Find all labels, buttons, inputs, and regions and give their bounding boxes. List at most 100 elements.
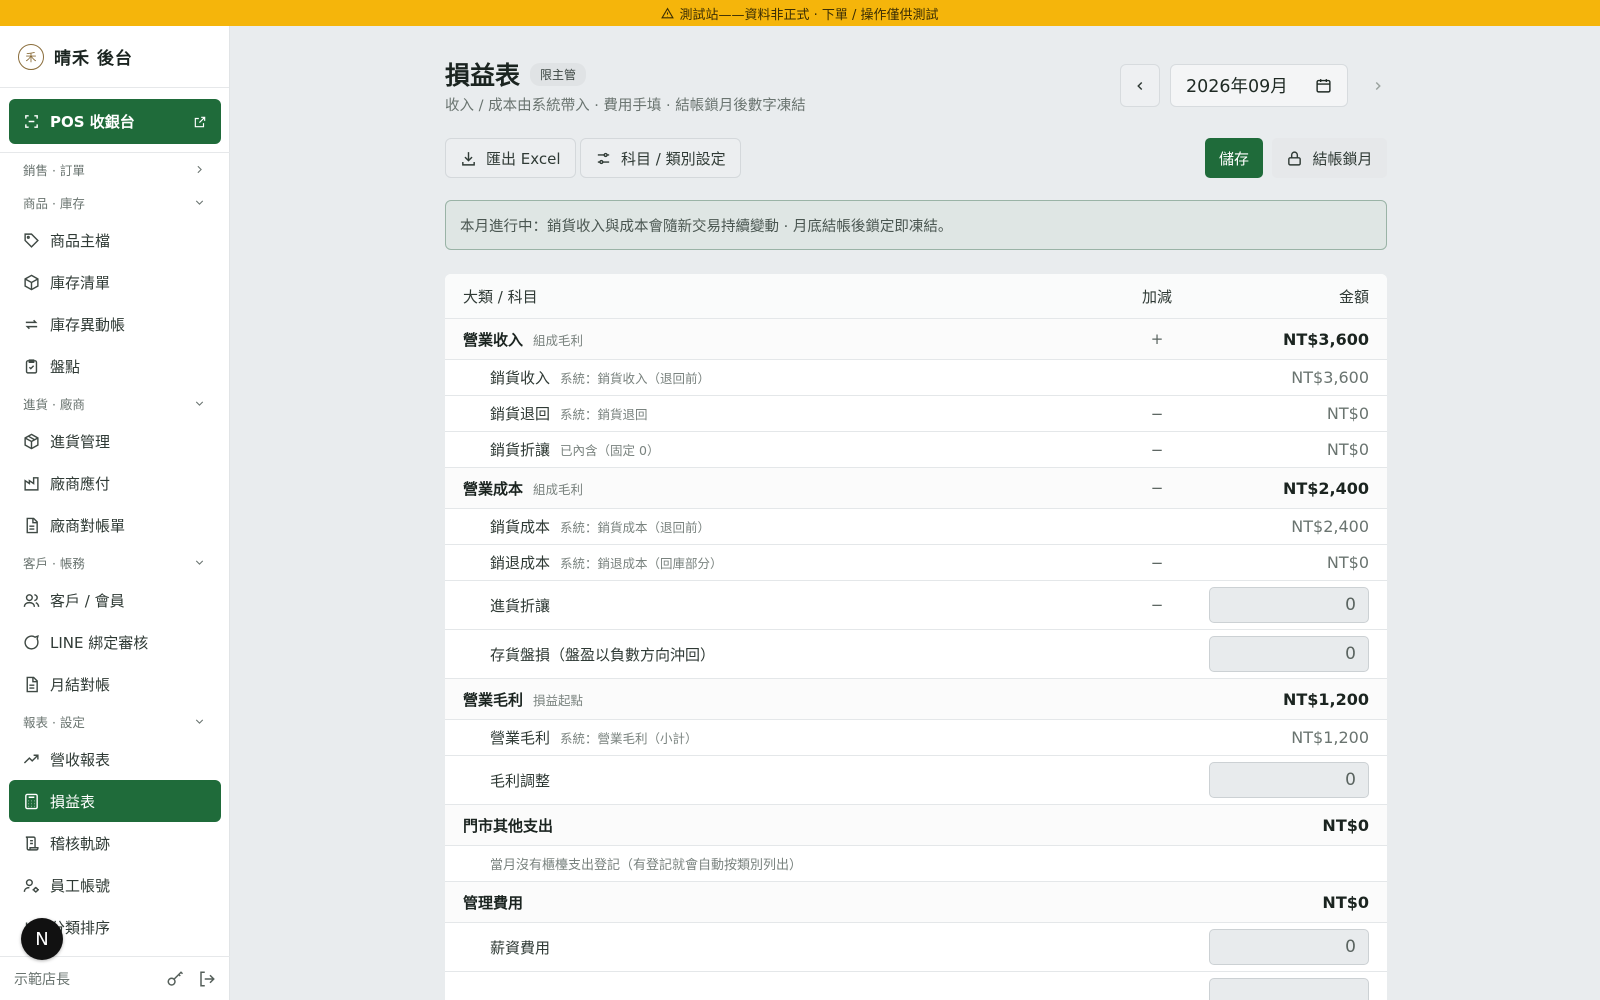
income-statement-table: 大類 / 科目 加減 金額 營業收入 組成毛利 + NT$3,600 銷貨收入 系統：銷貨… [445, 274, 1387, 1000]
chevron-down-icon [195, 200, 204, 205]
export-excel-button[interactable]: 匯出 Excel [445, 138, 576, 178]
chevron-right-icon [197, 165, 202, 174]
table-header: 大類 / 科目 加減 金額 [445, 274, 1387, 319]
category-row: 營業毛利 損益起點 NT$1,200 [445, 679, 1387, 720]
user-name: 示範店長 [14, 971, 70, 988]
account-row: 存貨盤損（盤盈以負數方向沖回） 0 [445, 630, 1387, 679]
logout-icon[interactable] [198, 970, 216, 988]
month-navigator: 2026年09月 [1120, 64, 1398, 107]
row-label: 銷貨折讓 [490, 441, 551, 459]
row-label: 銷退成本 [490, 554, 551, 572]
column-header-name: 大類 / 科目 [463, 287, 538, 306]
sidebar-item-line-binding-review[interactable]: LINE 綁定審核 [9, 621, 221, 663]
next-month-button[interactable] [1358, 64, 1398, 107]
row-amount: NT$1,200 [1291, 728, 1369, 747]
row-name-cell: 銷貨折讓 已內含（固定 0） [445, 439, 1127, 460]
account-category-settings-button[interactable]: 科目 / 類別設定 [580, 138, 741, 178]
arrows-swap-icon [25, 319, 38, 329]
n-avatar-badge[interactable]: N [21, 918, 63, 960]
sidebar-item-income-statement[interactable]: 損益表 [9, 780, 221, 822]
sidebar-item-inventory-list[interactable]: 庫存清單 [9, 261, 221, 303]
row-hint: 已內含（固定 0） [560, 443, 660, 458]
chevron-down-icon [195, 719, 204, 724]
nav-section-sales[interactable]: 銷售 · 訂單 [0, 153, 230, 186]
account-row: 進貨折讓 − 0 [445, 581, 1387, 630]
key-icon[interactable] [166, 970, 184, 988]
sidebar-item-vendor-statements[interactable]: 廠商對帳單 [9, 504, 221, 546]
row-label: 管理費用 [463, 893, 524, 912]
sidebar-item-monthly-reconciliation[interactable]: 月結對帳 [9, 663, 221, 705]
sidebar-item-purchase-management[interactable]: 進貨管理 [9, 420, 221, 462]
status-notice: 本月進行中：銷貨收入與成本會隨新交易持續變動 · 月底結帳後鎖定即凍結。 [445, 200, 1387, 250]
pos-register-button[interactable]: POS 收銀台 [9, 99, 221, 144]
user-cog-icon [23, 878, 39, 893]
scan-icon [25, 115, 38, 128]
row-amount: NT$0 [1326, 404, 1369, 423]
role-badge: 限主管 [530, 62, 587, 86]
sidebar-item-stocktake[interactable]: 盤點 [9, 345, 221, 387]
sliders-icon [597, 152, 610, 164]
row-amount: NT$3,600 [1291, 368, 1369, 387]
save-button[interactable]: 儲存 [1205, 138, 1263, 178]
row-amount: NT$2,400 [1282, 478, 1369, 498]
row-sign: − [1150, 553, 1164, 572]
prev-month-button[interactable] [1120, 64, 1160, 107]
note-row: 當月沒有櫃檯支出登記（有登記就會自動按類別列出） [445, 846, 1387, 882]
brand[interactable]: 禾 晴禾 後台 [0, 26, 229, 88]
row-label: 營業收入 [463, 330, 524, 349]
download-icon [462, 151, 475, 166]
row-amount: NT$0 [1322, 892, 1369, 912]
amount-input[interactable] [1209, 978, 1369, 1000]
month-picker-input[interactable]: 2026年09月 [1170, 64, 1348, 107]
row-name-cell: 營業成本 組成毛利 [445, 478, 1127, 499]
chevron-right-icon [1375, 81, 1381, 90]
sidebar-item-revenue-report[interactable]: 營收報表 [9, 738, 221, 780]
row-name-cell: 管理費用 [445, 892, 1127, 913]
row-hint: 系統：營業毛利（小計） [560, 731, 698, 746]
page-title: 損益表 [445, 61, 521, 90]
column-header-amount: 金額 [1338, 287, 1369, 306]
row-hint: 組成毛利 [533, 481, 584, 497]
nav-section-reports[interactable]: 報表 · 設定 [0, 705, 230, 738]
nav-section-customers[interactable]: 客戶 · 帳務 [0, 546, 230, 579]
row-label: 毛利調整 [490, 771, 551, 790]
row-name-cell: 薪資費用 [445, 937, 1127, 958]
sidebar-item-customers-members[interactable]: 客戶 / 會員 [9, 579, 221, 621]
sidebar-item-audit-trail[interactable]: 稽核軌跡 [9, 822, 221, 864]
calendar-icon[interactable] [1315, 77, 1332, 94]
page-subtitle: 收入 / 成本由系統帶入 · 費用手填 · 結帳鎖月後數字凍結 [445, 98, 806, 114]
warning-icon [661, 7, 675, 18]
row-amount: NT$0 [1326, 553, 1369, 572]
amount-input[interactable]: 0 [1209, 929, 1369, 965]
nav-section-products[interactable]: 商品 · 庫存 [0, 186, 230, 219]
sidebar-item-staff-accounts[interactable]: 員工帳號 [9, 864, 221, 906]
row-sign: − [1150, 596, 1164, 614]
test-site-banner: 測試站——資料非正式 · 下單 / 操作僅供測試 [0, 0, 1600, 26]
package-icon [24, 433, 39, 449]
row-label: 銷貨退回 [490, 405, 551, 423]
sidebar-item-inventory-movements[interactable]: 庫存異動帳 [9, 303, 221, 345]
pos-button-label: POS 收銀台 [50, 113, 135, 131]
amount-input[interactable]: 0 [1209, 587, 1369, 623]
sidebar-item-vendor-payables[interactable]: 廠商應付 [9, 462, 221, 504]
row-name-cell: 進貨折讓 [445, 595, 1127, 616]
calculator-icon [25, 793, 38, 809]
row-sign: + [1150, 330, 1164, 348]
banner-text: 測試站——資料非正式 · 下單 / 操作僅供測試 [679, 7, 939, 23]
sidebar-item-product-master[interactable]: 商品主檔 [9, 219, 221, 261]
amount-input[interactable]: 0 [1209, 636, 1369, 672]
category-row: 營業收入 組成毛利 + NT$3,600 [445, 319, 1387, 360]
row-amount: NT$1,200 [1282, 689, 1369, 709]
row-label: 薪資費用 [490, 938, 551, 957]
nav-section-purchasing[interactable]: 進貨 · 廠商 [0, 387, 230, 420]
row-hint: 系統：銷貨退回 [560, 407, 648, 422]
lock-month-button[interactable]: 結帳鎖月 [1272, 138, 1387, 178]
row-label: 營業毛利 [490, 729, 551, 747]
row-name-cell: 銷退成本 系統：銷退成本（回庫部分） [445, 552, 1127, 573]
message-circle-icon [24, 634, 39, 650]
row-name-cell: 營業收入 組成毛利 [445, 329, 1127, 350]
account-row [445, 972, 1387, 1000]
amount-input[interactable]: 0 [1209, 762, 1369, 798]
row-hint: 系統：銷貨收入（退回前） [560, 371, 711, 386]
row-name-cell: 門市其他支出 [445, 815, 1127, 836]
